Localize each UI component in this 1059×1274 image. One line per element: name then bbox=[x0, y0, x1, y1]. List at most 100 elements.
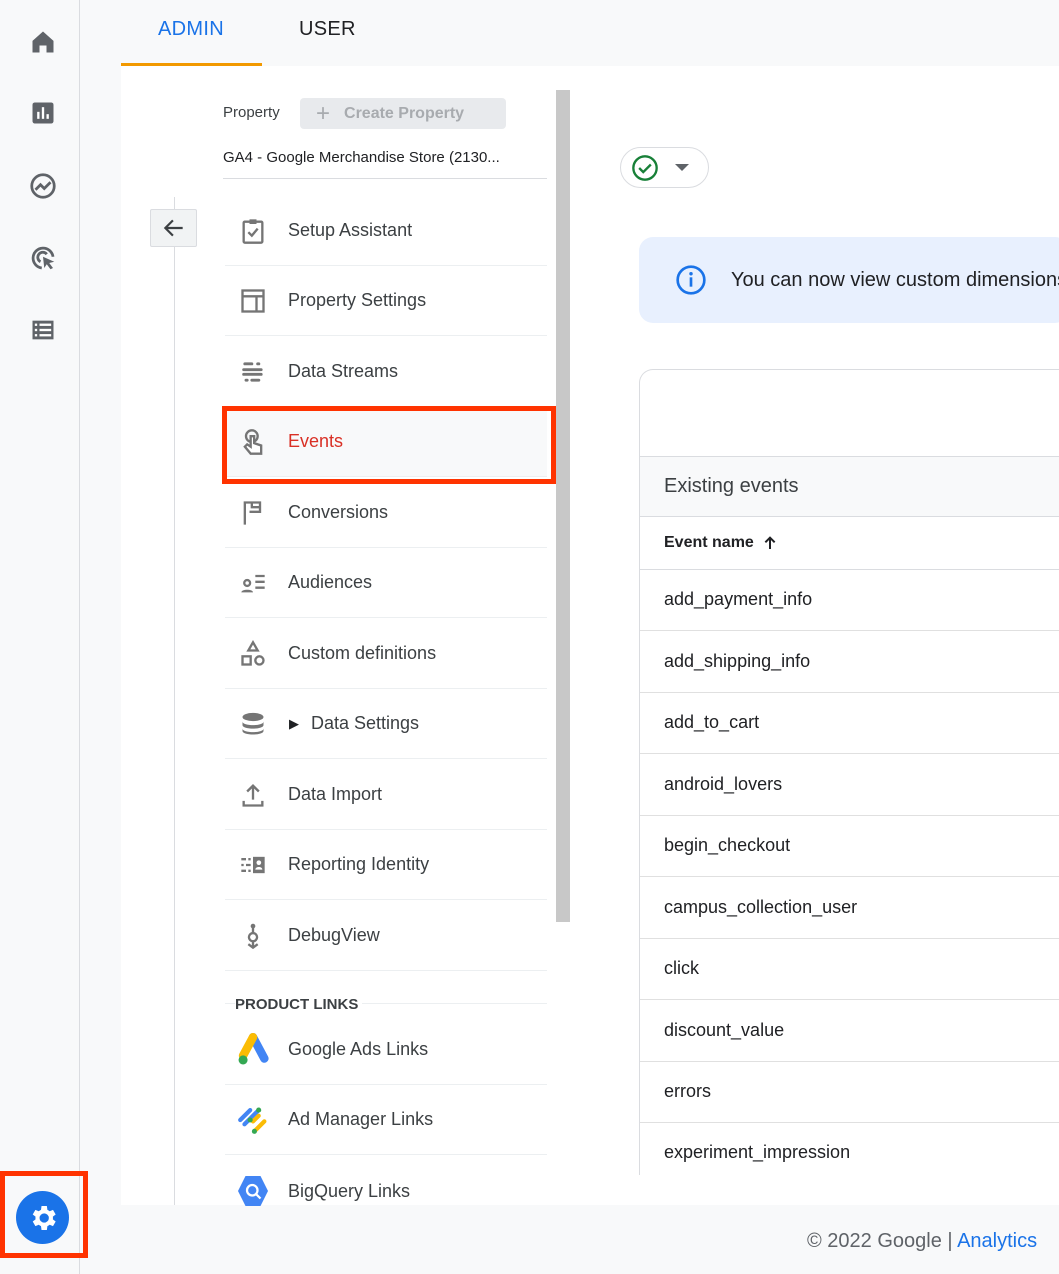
arrow-back-icon bbox=[163, 219, 183, 237]
nav-item-label: Data Streams bbox=[288, 361, 399, 381]
nav-link-label: BigQuery Links bbox=[288, 1180, 411, 1201]
nav-item-data-settings[interactable]: ▶ Data Settings bbox=[225, 689, 547, 759]
footer: © 2022 Google | Analytics bbox=[807, 1230, 1037, 1253]
event-name: errors bbox=[664, 1081, 712, 1101]
nav-divider bbox=[174, 197, 175, 1205]
event-row[interactable]: experiment_impression bbox=[640, 1123, 1059, 1183]
check-circle-icon bbox=[632, 154, 658, 181]
nav-scrollbar[interactable] bbox=[556, 90, 570, 922]
layout-icon bbox=[241, 288, 265, 313]
nav-icon-wrap bbox=[225, 639, 281, 668]
identity-icon bbox=[241, 856, 265, 873]
nav-item-audiences[interactable]: Audiences bbox=[225, 548, 547, 618]
clipboard-check-icon bbox=[242, 218, 264, 244]
footer-separator: | bbox=[947, 1230, 953, 1252]
nav-item-property-settings[interactable]: Property Settings bbox=[225, 266, 547, 336]
event-name-column-header[interactable]: Event name bbox=[640, 517, 1059, 570]
nav-icon-wrap bbox=[225, 922, 281, 950]
property-label: Property bbox=[223, 104, 280, 121]
left-rail bbox=[0, 0, 88, 1274]
event-name: click bbox=[664, 958, 699, 978]
nav-link-label: Google Ads Links bbox=[288, 1039, 429, 1059]
tab-admin[interactable]: ADMIN bbox=[158, 18, 224, 41]
event-name: android_lovers bbox=[664, 773, 783, 794]
nav-icon-wrap bbox=[225, 851, 281, 879]
event-name: campus_collection_user bbox=[664, 896, 858, 917]
ad-manager-icon bbox=[238, 1107, 267, 1134]
audience-icon bbox=[241, 574, 265, 592]
nav-item-label: Conversions bbox=[288, 502, 389, 522]
sort-ascending-icon bbox=[764, 536, 776, 549]
nav-item-data-streams[interactable]: Data Streams bbox=[225, 337, 547, 407]
nav-item-label: Data Settings bbox=[311, 713, 420, 733]
caret-down-icon bbox=[675, 163, 689, 171]
event-name: add_shipping_info bbox=[664, 650, 811, 671]
nav-icon-wrap bbox=[225, 569, 281, 597]
nav-icon-wrap bbox=[225, 1173, 281, 1209]
nav-icon-wrap bbox=[225, 1032, 281, 1067]
database-icon bbox=[242, 712, 264, 734]
event-row[interactable]: begin_checkout bbox=[640, 815, 1059, 877]
configure-icon[interactable] bbox=[27, 314, 59, 346]
event-row[interactable]: add_shipping_info bbox=[640, 631, 1059, 693]
nav-item-data-import[interactable]: Data Import bbox=[225, 760, 547, 830]
create-property-button[interactable]: + Create Property bbox=[300, 98, 506, 129]
reports-icon[interactable] bbox=[27, 97, 59, 129]
nav-link-ad-manager-links[interactable]: Ad Manager Links bbox=[225, 1085, 547, 1155]
back-button[interactable] bbox=[150, 209, 197, 247]
nav-link-bigquery-links[interactable]: BigQuery Links bbox=[225, 1156, 547, 1226]
nav-item-label: Reporting Identity bbox=[288, 854, 430, 874]
nav-item-reporting-identity[interactable]: Reporting Identity bbox=[225, 830, 547, 900]
property-selector[interactable]: GA4 - Google Merchandise Store (2130... bbox=[223, 149, 547, 179]
nav-icon-wrap bbox=[225, 710, 281, 738]
nav-item-debugview[interactable]: DebugView bbox=[225, 901, 547, 971]
event-row[interactable]: add_to_cart bbox=[640, 692, 1059, 754]
nav-item-conversions[interactable]: Conversions bbox=[225, 478, 547, 548]
tab-user[interactable]: USER bbox=[299, 18, 356, 41]
nav-icon-wrap bbox=[225, 781, 281, 809]
nav-icon-wrap bbox=[225, 287, 281, 315]
nav-icon-wrap bbox=[225, 217, 281, 245]
event-row[interactable]: add_payment_info bbox=[640, 569, 1059, 631]
event-row[interactable]: campus_collection_user bbox=[640, 877, 1059, 939]
banner-text: You can now view custom dimensions bbox=[731, 268, 1059, 291]
info-banner: You can now view custom dimensions bbox=[639, 237, 1059, 323]
event-row[interactable]: errors bbox=[640, 1061, 1059, 1123]
nav-item-setup-assistant[interactable]: Setup Assistant bbox=[225, 196, 547, 266]
gear-icon bbox=[32, 1205, 56, 1230]
event-row[interactable]: click bbox=[640, 938, 1059, 1000]
nav-icon-wrap bbox=[225, 358, 281, 386]
column-label: Event name bbox=[664, 534, 754, 551]
event-name: discount_value bbox=[664, 1019, 785, 1040]
nav-item-label: Custom definitions bbox=[288, 643, 437, 663]
home-icon[interactable] bbox=[27, 26, 59, 58]
event-name: experiment_impression bbox=[664, 1142, 851, 1162]
nav-item-label: Audiences bbox=[288, 572, 373, 592]
analytics-link[interactable]: Analytics bbox=[957, 1230, 1037, 1252]
nav-link-google-ads-links[interactable]: Google Ads Links bbox=[225, 1015, 547, 1085]
product-links-heading: PRODUCT LINKS bbox=[235, 996, 363, 1013]
info-icon bbox=[676, 265, 706, 295]
bigquery-icon bbox=[238, 1176, 268, 1206]
streams-icon bbox=[242, 361, 263, 382]
events-card-title: Existing events bbox=[640, 456, 1059, 517]
debug-icon bbox=[247, 923, 259, 949]
nav-item-label: Data Import bbox=[288, 784, 383, 804]
plus-icon: + bbox=[316, 99, 331, 127]
nav-icon-wrap bbox=[225, 1103, 281, 1137]
events-highlight bbox=[222, 406, 556, 484]
nav-item-custom-definitions[interactable]: Custom definitions bbox=[225, 619, 547, 689]
advertising-icon[interactable] bbox=[27, 242, 59, 274]
shapes-icon bbox=[241, 639, 265, 666]
status-dropdown[interactable] bbox=[620, 147, 709, 188]
event-name: add_to_cart bbox=[664, 712, 760, 732]
event-row[interactable]: discount_value bbox=[640, 1000, 1059, 1062]
admin-gear-button[interactable] bbox=[16, 1191, 69, 1244]
expand-arrow-icon[interactable]: ▶ bbox=[289, 716, 299, 732]
event-row[interactable]: android_lovers bbox=[640, 754, 1059, 816]
copyright: © 2022 Google bbox=[807, 1230, 942, 1252]
explore-icon[interactable] bbox=[27, 170, 59, 202]
flag-icon bbox=[243, 500, 262, 525]
nav-icon-wrap bbox=[225, 499, 281, 527]
event-name: begin_checkout bbox=[664, 835, 791, 855]
